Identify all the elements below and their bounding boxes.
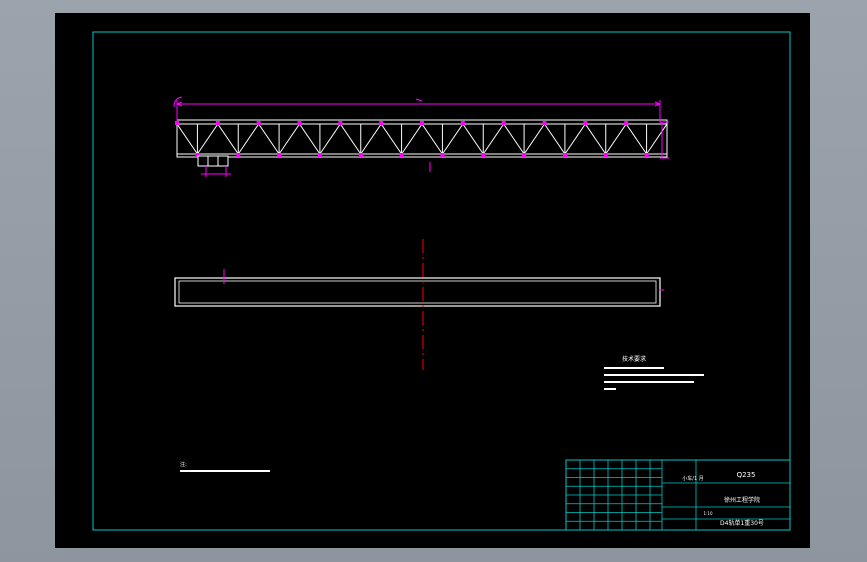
gusset-node [562, 153, 567, 157]
scale-label: 1:10 [704, 511, 713, 516]
diagonal-member [319, 123, 341, 155]
tech-requirements-lines [604, 367, 704, 390]
tech-requirements-title: 技术要求 [622, 355, 646, 363]
gusset-node [256, 121, 261, 125]
gusset-node [522, 153, 527, 157]
diagonal-member [646, 123, 668, 155]
diagonal-member [442, 123, 464, 155]
gusset-node [624, 121, 629, 125]
diagonal-member [564, 123, 586, 155]
diagonal-member [217, 123, 239, 155]
cad-viewport[interactable]: 技术要求 注: Q235 徐州工程学院 D4轨单1重30号 小车/1 月 1:1… [55, 13, 810, 548]
gusset-node [481, 153, 486, 157]
gusset-node [420, 121, 424, 125]
technical-requirements: 技术要求 [604, 355, 704, 390]
gusset-node [277, 153, 282, 157]
diagonal-member [503, 123, 525, 155]
gusset-node [399, 153, 404, 157]
diagonal-member [605, 123, 627, 155]
diagonal-member [421, 123, 443, 155]
diagonal-member [462, 123, 484, 155]
diagonal-member [625, 123, 647, 155]
diagonal-member [176, 123, 198, 155]
diagonal-member [482, 123, 505, 155]
gusset-node [338, 121, 343, 125]
diagonal-member [197, 123, 219, 155]
gusset-node [358, 153, 363, 157]
gusset-node [603, 153, 608, 157]
beam-plan-view[interactable] [174, 269, 664, 307]
diagonal-member [380, 123, 402, 155]
gusset-node [317, 153, 322, 157]
drawing-number: D4轨单1重30号 [720, 519, 764, 527]
gusset-node [501, 121, 506, 125]
end-support-box [197, 155, 229, 167]
beam-inner-outline [178, 280, 657, 304]
gusset-node [236, 153, 241, 157]
gusset-node [460, 121, 465, 125]
diagonal-member [523, 123, 545, 155]
diagonal-member [258, 123, 280, 155]
diagonal-member [339, 123, 362, 155]
gusset-node [440, 153, 445, 157]
diagonal-member [299, 123, 321, 155]
diagonal-member [360, 123, 382, 155]
bottom-chord [176, 153, 668, 158]
gusset-node [297, 121, 302, 125]
dimension-text-mark [415, 98, 423, 102]
quantity-label: 小车/1 月 [682, 475, 703, 482]
diagonal-member [401, 123, 423, 155]
gusset-node [644, 153, 649, 157]
beam-outline [174, 277, 661, 307]
note-label: 注: [180, 461, 187, 468]
drawing-canvas: 技术要求 注: Q235 徐州工程学院 D4轨单1重30号 小车/1 月 1:1… [92, 31, 791, 531]
material-label: Q235 [737, 471, 756, 479]
truss-web-members [176, 123, 668, 155]
diagonal-member [584, 123, 607, 155]
note-line [180, 470, 270, 472]
gusset-node [583, 121, 588, 125]
diagonal-member [278, 123, 300, 155]
diagonal-member [544, 123, 566, 155]
diagonal-member [237, 123, 260, 155]
gusset-node [542, 121, 547, 125]
gusset-node [215, 121, 220, 125]
gusset-node [379, 121, 384, 125]
truss-elevation[interactable] [175, 119, 668, 167]
title-block: Q235 徐州工程学院 D4轨单1重30号 小车/1 月 1:10 [565, 459, 791, 531]
school-name: 徐州工程学院 [724, 496, 760, 504]
